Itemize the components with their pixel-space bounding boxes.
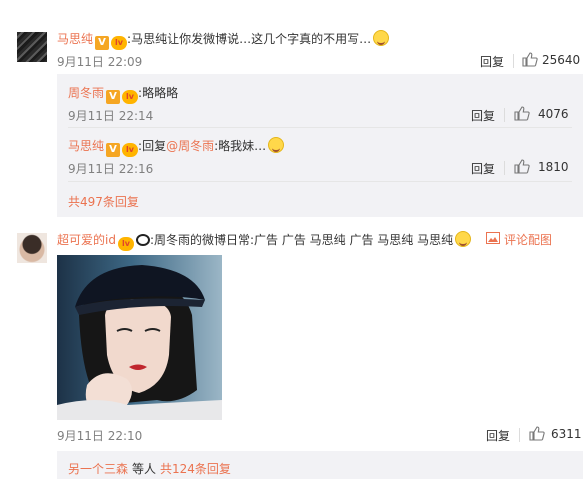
thumbs-up-icon[interactable]	[514, 106, 530, 121]
username-link[interactable]: 马思纯	[57, 32, 93, 46]
action-divider	[513, 54, 514, 68]
comment-photo[interactable]	[57, 255, 222, 420]
reply-divider	[68, 181, 572, 182]
image-icon[interactable]	[486, 232, 500, 244]
member-level-icon: lv	[122, 90, 139, 104]
avatar[interactable]	[17, 32, 47, 62]
reply-prefix: 回复	[142, 139, 167, 153]
username-link[interactable]: 另一个三森	[68, 462, 128, 476]
timestamp: 9月11日 22:10	[57, 429, 143, 443]
reply-text: :略我妹…	[214, 139, 267, 153]
reply-button[interactable]: 回复	[471, 107, 495, 124]
reply-button[interactable]: 回复	[486, 427, 510, 444]
reply-body: 周冬雨 Vlv:略略略	[68, 84, 178, 104]
member-level-icon: lv	[111, 36, 128, 50]
smirk-emoji-icon	[268, 137, 285, 153]
comment-text: 周冬雨的微博日常:广告 广告 马思纯 广告 马思纯 马思纯	[154, 233, 454, 247]
verified-icon: V	[106, 143, 121, 157]
timestamp: 9月11日 22:09	[57, 55, 143, 69]
like-count: 6311	[551, 427, 582, 441]
action-divider	[519, 428, 520, 442]
laugh-emoji-icon	[373, 30, 390, 46]
member-level-icon: lv	[122, 143, 139, 157]
reply-body: 马思纯 Vlv:回复@周冬雨:略我妹…	[68, 137, 285, 157]
username-link[interactable]: 超可爱的id	[57, 233, 116, 247]
thumbs-up-icon[interactable]	[522, 52, 538, 67]
username-link[interactable]: 周冬雨	[68, 86, 104, 100]
mention-link[interactable]: @周冬雨	[166, 139, 214, 153]
like-count: 4076	[538, 107, 569, 121]
comment-body: 马思纯 Vlv:马思纯让你发微博说…这几个字真的不用写…	[57, 30, 477, 50]
comment-body: 超可爱的id lv:周冬雨的微博日常:广告 广告 马思纯 广告 马思纯 马思纯	[57, 231, 477, 251]
replies-summary: 另一个三森 等人 共124条回复	[68, 460, 231, 477]
comment-pic-link[interactable]: 评论配图	[504, 231, 552, 248]
timestamp: 9月11日 22:14	[68, 109, 154, 123]
thumbs-up-icon[interactable]	[529, 426, 545, 441]
more-replies-link[interactable]: 共497条回复	[68, 193, 139, 210]
reply-button[interactable]: 回复	[471, 160, 495, 177]
action-divider	[504, 161, 505, 175]
username-link[interactable]: 马思纯	[68, 139, 104, 153]
reply-text: 略略略	[142, 86, 179, 100]
tear-emoji-icon	[455, 231, 472, 247]
verified-icon: V	[95, 36, 110, 50]
reply-button[interactable]: 回复	[480, 53, 504, 70]
summary-text: 等人	[132, 462, 157, 476]
verified-icon: V	[106, 90, 121, 104]
panda-icon	[135, 234, 150, 246]
thumbs-up-icon[interactable]	[514, 159, 530, 174]
more-replies-link[interactable]: 共124条回复	[160, 462, 231, 476]
like-count: 25640	[542, 53, 581, 67]
comment-text: 马思纯让你发微博说…这几个字真的不用写…	[131, 32, 372, 46]
member-level-icon: lv	[117, 237, 134, 251]
action-divider	[504, 108, 505, 122]
timestamp: 9月11日 22:16	[68, 162, 154, 176]
reply-divider	[68, 127, 572, 128]
like-count: 1810	[538, 160, 569, 174]
avatar[interactable]	[17, 233, 47, 263]
